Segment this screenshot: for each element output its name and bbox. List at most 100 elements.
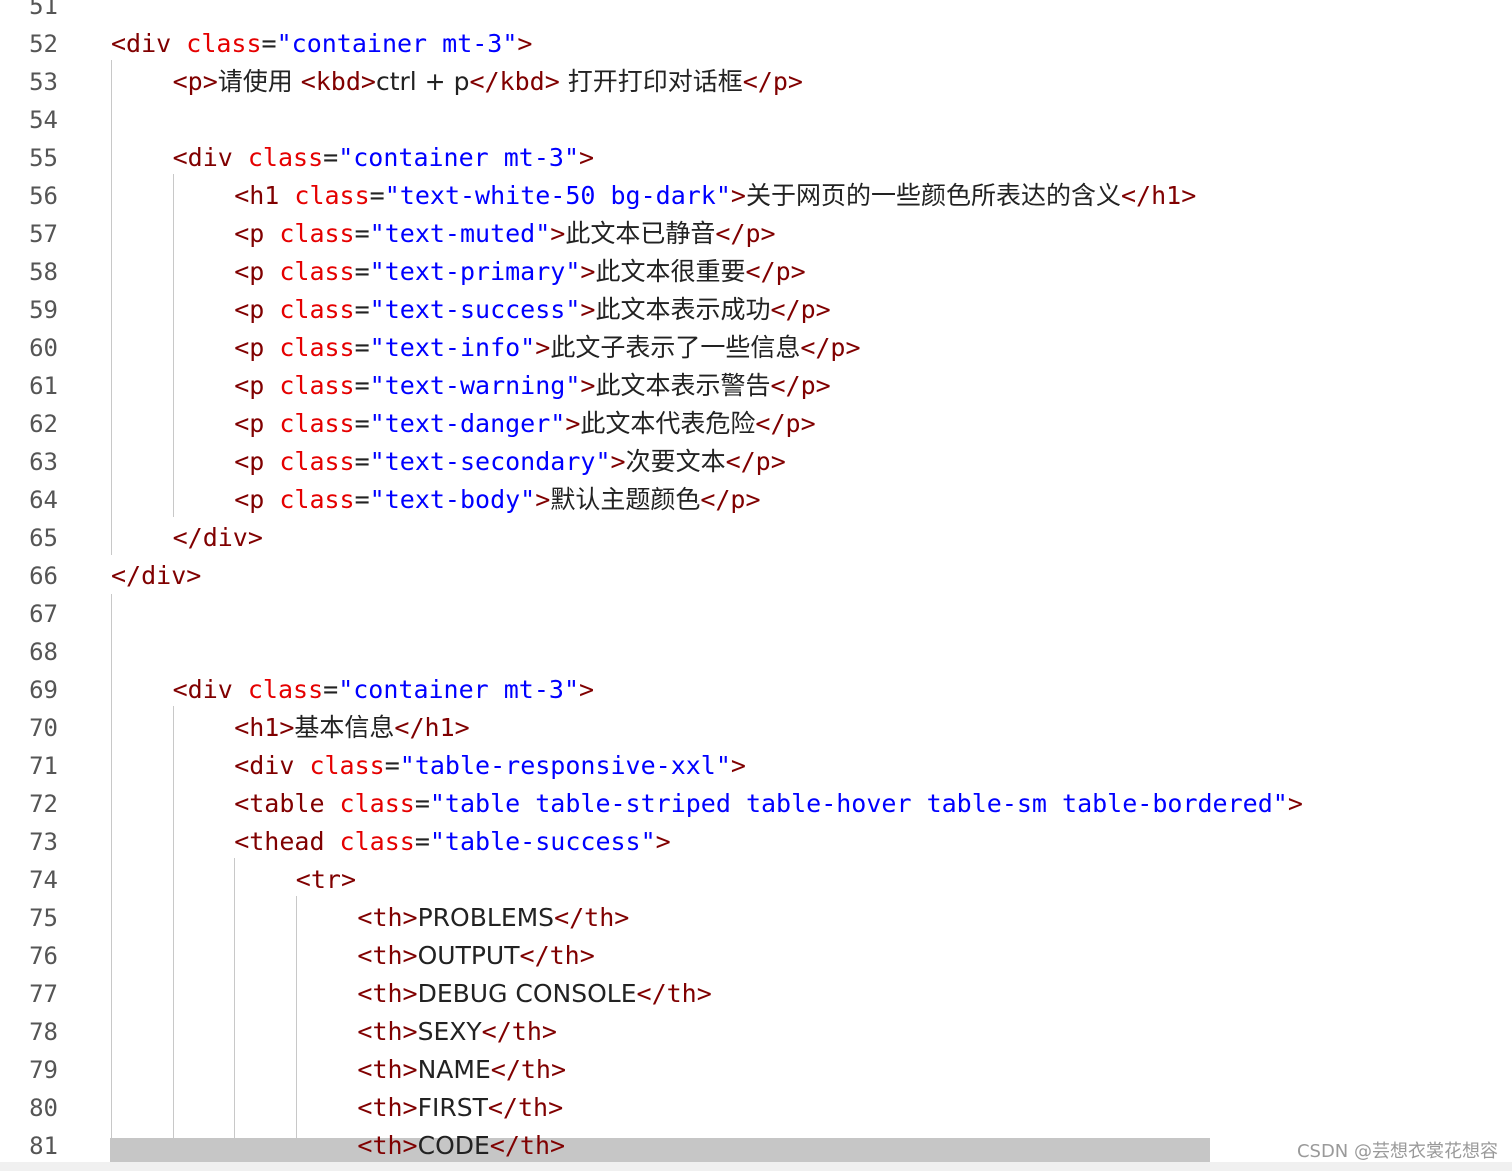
- code-line[interactable]: 61 <p class="text-warning">此文本表示警告</p>: [0, 367, 1512, 405]
- token-tag: <p: [234, 371, 280, 400]
- code-line[interactable]: 79 <th>NAME</th>: [0, 1051, 1512, 1089]
- token-tag: >: [580, 371, 596, 400]
- token-tag: </kbd>: [469, 67, 560, 96]
- code-line[interactable]: 60 <p class="text-info">此文子表示了一些信息</p>: [0, 329, 1512, 367]
- token-str: "text-secondary": [369, 447, 611, 476]
- token-tag: >: [565, 409, 581, 438]
- code-line[interactable]: 75 <th>PROBLEMS</th>: [0, 899, 1512, 937]
- token-text: 基本信息: [294, 713, 395, 742]
- code-line[interactable]: 52 <div class="container mt-3">: [0, 25, 1512, 63]
- token-str: "container mt-3": [338, 675, 580, 704]
- token-tag: <th>: [357, 979, 418, 1008]
- token-text: 此文本表示成功: [595, 295, 771, 324]
- line-number: 68: [29, 638, 58, 666]
- line-number: 58: [29, 258, 58, 286]
- token-text: 此文本已静音: [565, 219, 716, 248]
- token-attr: class: [279, 485, 355, 514]
- code-line[interactable]: 76 <th>OUTPUT</th>: [0, 937, 1512, 975]
- code-line[interactable]: 69 <div class="container mt-3">: [0, 671, 1512, 709]
- token-tag: >: [1287, 789, 1303, 818]
- line-code: <tr>: [296, 861, 356, 899]
- token-eq: =: [354, 447, 370, 476]
- token-tag: >: [580, 295, 596, 324]
- token-tag: <div: [111, 29, 187, 58]
- line-number: 55: [29, 144, 58, 172]
- code-line[interactable]: 59 <p class="text-success">此文本表示成功</p>: [0, 291, 1512, 329]
- line-code: <h1 class="text-white-50 bg-dark">关于网页的一…: [234, 177, 1196, 215]
- code-line[interactable]: 70 <h1>基本信息</h1>: [0, 709, 1512, 747]
- code-line[interactable]: 68: [0, 633, 1512, 671]
- code-line[interactable]: 81 <th>CODE</th>: [0, 1127, 1512, 1165]
- line-code: <h1>基本信息</h1>: [234, 709, 470, 747]
- line-number: 76: [29, 942, 58, 970]
- code-line[interactable]: 78 <th>SEXY</th>: [0, 1013, 1512, 1051]
- line-number: 77: [29, 980, 58, 1008]
- token-tag: </h1>: [1121, 181, 1197, 210]
- token-tag: >: [579, 675, 595, 704]
- token-tag: <table: [234, 789, 340, 818]
- code-editor[interactable]: 51 52 <div class="container mt-3"> 53 <p>请使用…: [0, 0, 1512, 1171]
- code-line[interactable]: 74 <tr>: [0, 861, 1512, 899]
- line-number: 69: [29, 676, 58, 704]
- line-code: <p class="text-muted">此文本已静音</p>: [234, 215, 775, 253]
- token-tag: </p>: [745, 257, 806, 286]
- token-tag: <p: [234, 485, 280, 514]
- watermark: CSDN @芸想衣裳花想容: [1296, 1141, 1498, 1162]
- code-line[interactable]: 55 <div class="container mt-3">: [0, 139, 1512, 177]
- token-tag: <p: [234, 447, 280, 476]
- token-text: 打开打印对话框: [559, 67, 743, 96]
- code-line[interactable]: 73 <thead class="table-success">: [0, 823, 1512, 861]
- token-tag: <p: [234, 333, 280, 362]
- token-attr: class: [279, 257, 355, 286]
- code-line[interactable]: 65 </div>: [0, 519, 1512, 557]
- code-line[interactable]: 62 <p class="text-danger">此文本代表危险</p>: [0, 405, 1512, 443]
- token-str: "table table-striped table-hover table-s…: [429, 789, 1288, 818]
- code-line[interactable]: 72 <table class="table table-striped tabl…: [0, 785, 1512, 823]
- code-line[interactable]: 56 <h1 class="text-white-50 bg-dark">关于网页…: [0, 177, 1512, 215]
- token-tag: <tr>: [295, 865, 357, 894]
- token-str: "table-responsive-xxl": [399, 751, 731, 780]
- token-text: PROBLEMS: [417, 903, 555, 932]
- code-line[interactable]: 71 <div class="table-responsive-xxl">: [0, 747, 1512, 785]
- line-code: <p class="text-danger">此文本代表危险</p>: [234, 405, 815, 443]
- token-eq: =: [354, 295, 370, 324]
- token-tag: </p>: [742, 67, 803, 96]
- line-number: 79: [29, 1056, 58, 1084]
- token-text: NAME: [417, 1055, 491, 1084]
- token-eq: =: [414, 827, 430, 856]
- line-code: <p class="text-primary">此文本很重要</p>: [234, 253, 806, 291]
- token-attr: class: [186, 29, 262, 58]
- code-line[interactable]: 63 <p class="text-secondary">次要文本</p>: [0, 443, 1512, 481]
- line-number: 62: [29, 410, 58, 438]
- token-eq: =: [414, 789, 430, 818]
- token-text: 此文本表示警告: [595, 371, 771, 400]
- token-tag: </div>: [111, 561, 202, 590]
- code-line[interactable]: 51: [0, 0, 1512, 25]
- token-attr: class: [279, 295, 355, 324]
- token-str: "text-info": [369, 333, 536, 362]
- token-eq: =: [354, 371, 370, 400]
- token-eq: =: [354, 409, 370, 438]
- token-tag: </p>: [800, 333, 861, 362]
- token-text: 关于网页的一些颜色所表达的含义: [745, 181, 1121, 210]
- line-number: 60: [29, 334, 58, 362]
- line-code: <th>FIRST</th>: [357, 1089, 563, 1127]
- line-code: <div class="container mt-3">: [173, 139, 594, 177]
- token-eq: =: [354, 257, 370, 286]
- line-number: 52: [29, 30, 58, 58]
- code-line[interactable]: 57 <p class="text-muted">此文本已静音</p>: [0, 215, 1512, 253]
- code-line[interactable]: 80 <th>FIRST</th>: [0, 1089, 1512, 1127]
- token-eq: =: [354, 485, 370, 514]
- token-tag: >: [550, 219, 566, 248]
- code-line[interactable]: 54: [0, 101, 1512, 139]
- token-attr: class: [279, 219, 355, 248]
- code-line[interactable]: 67: [0, 595, 1512, 633]
- code-line[interactable]: 58 <p class="text-primary">此文本很重要</p>: [0, 253, 1512, 291]
- token-tag: >: [580, 257, 596, 286]
- horizontal-scrollbar[interactable]: [0, 1162, 1512, 1171]
- code-line[interactable]: 77 <th>DEBUG CONSOLE</th>: [0, 975, 1512, 1013]
- code-line[interactable]: 53 <p>请使用 <kbd>ctrl + p</kbd> 打开打印对话框</p>: [0, 63, 1512, 101]
- code-line[interactable]: 66 </div>: [0, 557, 1512, 595]
- token-text: FIRST: [417, 1093, 488, 1122]
- code-line[interactable]: 64 <p class="text-body">默认主题颜色</p>: [0, 481, 1512, 519]
